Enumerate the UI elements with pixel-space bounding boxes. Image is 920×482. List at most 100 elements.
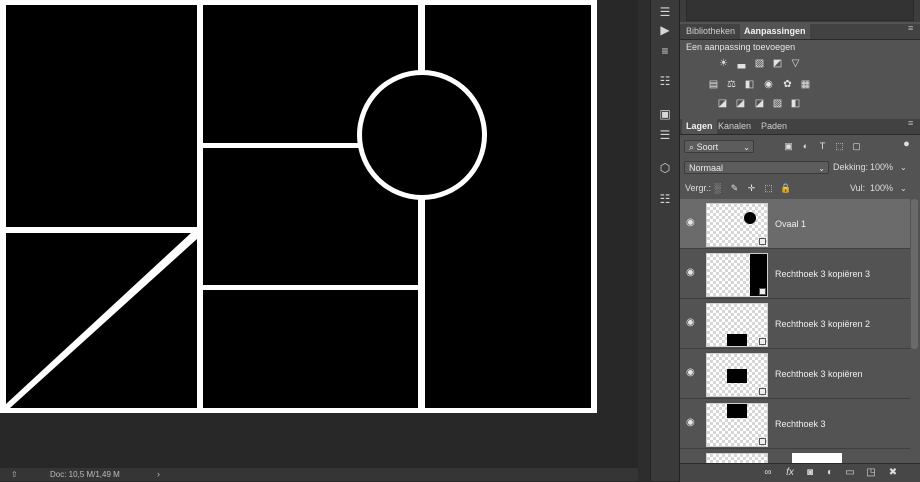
filter-smart-object-icon[interactable]: ▢ (851, 141, 862, 152)
photo-filter-icon[interactable]: ◉ (763, 79, 774, 90)
fx-icon[interactable]: fx (784, 467, 796, 479)
layer-name[interactable]: Rechthoek 3 kopiëren (775, 369, 863, 379)
layers-tabbar: Lagen Kanalen Paden ≡ (680, 119, 920, 135)
selective-color-icon[interactable]: ◧ (790, 98, 801, 109)
layer-row[interactable]: ◉ Ovaal 1 (680, 199, 910, 249)
levels-icon[interactable]: ▃ (736, 58, 747, 69)
oval-fill (362, 75, 482, 195)
color-lookup-icon[interactable]: ▦ (800, 79, 811, 90)
shape-badge-icon (759, 388, 766, 395)
layer-filter-dropdown[interactable]: ⌕ Soort ⌄ (684, 140, 754, 153)
chevron-down-icon: ⌄ (818, 164, 825, 173)
new-group-icon[interactable]: ▭ (844, 467, 856, 479)
panel-divider (638, 0, 650, 481)
layer-row[interactable]: ◉ Rechthoek 3 kopiëren (680, 349, 910, 399)
tab-paden[interactable]: Paden (757, 119, 791, 134)
curves-icon[interactable]: ▧ (754, 58, 765, 69)
info-panel-icon[interactable]: ▣ (657, 106, 673, 122)
play-actions-icon[interactable]: ▶ (657, 22, 673, 38)
eye-icon[interactable]: ◉ (686, 418, 698, 428)
lock-transparency-icon[interactable]: ░ (712, 183, 723, 194)
posterize-icon[interactable]: ◪ (735, 98, 746, 109)
doc-size-info[interactable]: Doc: 10,5 M/1,49 M (50, 470, 120, 479)
filter-pixel-icon[interactable]: ▣ (783, 141, 794, 152)
fill-label: Vul: (850, 183, 866, 193)
filter-toggle-icon[interactable]: ● (901, 139, 912, 150)
channel-mixer-icon[interactable]: ✿ (782, 79, 793, 90)
link-layers-icon[interactable]: ∞ (762, 467, 774, 479)
histogram-panel (680, 0, 920, 22)
fill-input[interactable]: 100% (870, 182, 893, 195)
3d-cube-icon[interactable]: ⬡ (657, 160, 673, 176)
eye-icon[interactable]: ◉ (686, 218, 698, 228)
properties-sliders-icon[interactable]: ≡ (657, 43, 673, 59)
layer-thumbnail (706, 403, 768, 447)
blend-mode-dropdown[interactable]: Normaal ⌄ (684, 161, 829, 174)
lock-paint-icon[interactable]: ✎ (729, 183, 740, 194)
document-canvas[interactable] (0, 0, 638, 468)
exposure-icon[interactable]: ◩ (772, 58, 783, 69)
layers-scrollbar[interactable] (911, 199, 918, 349)
layer-thumbnail (706, 203, 768, 247)
threshold-icon[interactable]: ◪ (754, 98, 765, 109)
tab-bibliotheken[interactable]: Bibliotheken (682, 24, 739, 39)
layers-panel-menu-icon[interactable]: ≡ (908, 119, 916, 128)
layer-row[interactable]: ◉ Rechthoek 3 (680, 399, 910, 449)
vibrance-icon[interactable]: ▽ (790, 58, 801, 69)
tab-kanalen[interactable]: Kanalen (714, 119, 755, 134)
layer-thumbnail (706, 453, 768, 463)
tab-lagen[interactable]: Lagen (682, 119, 717, 134)
color-balance-icon[interactable]: ⚖ (726, 79, 737, 90)
oval-shape[interactable] (357, 70, 487, 200)
clone-source-icon[interactable]: ☷ (657, 73, 673, 89)
paragraph-styles-icon[interactable]: ☷ (657, 191, 673, 207)
shape-badge-icon (759, 288, 766, 295)
right-panels: Bibliotheken Aanpassingen ≡ Een aanpassi… (680, 0, 920, 482)
layer-thumbnail (706, 253, 768, 297)
tab-aanpassingen[interactable]: Aanpassingen (740, 24, 810, 39)
adjustments-title: Een aanpassing toevoegen (686, 42, 796, 52)
new-layer-icon[interactable]: ◳ (865, 467, 877, 479)
fill-chevron-icon[interactable]: ⌄ (900, 182, 907, 195)
black-white-icon[interactable]: ◧ (744, 79, 755, 90)
blend-mode-value: Normaal (689, 163, 724, 173)
trash-icon[interactable]: ✖ (887, 467, 899, 479)
artboard[interactable] (0, 0, 597, 413)
gradient-map-icon[interactable]: ▨ (772, 98, 783, 109)
notes-icon[interactable]: ☰ (657, 127, 673, 143)
layer-name[interactable]: Rechthoek 3 kopiëren 3 (775, 269, 870, 279)
filter-shape-icon[interactable]: ⬚ (834, 141, 845, 152)
histogram-graph (686, 0, 914, 21)
status-menu-arrow-icon[interactable]: › (157, 469, 160, 479)
layer-name[interactable]: Ovaal 1 (775, 219, 806, 229)
layer-mask-thumbnail (792, 453, 842, 463)
share-icon[interactable]: ⇧ (11, 470, 18, 479)
thumb-rect (727, 404, 747, 418)
brightness-contrast-icon[interactable]: ☀ (718, 58, 729, 69)
lock-artboard-icon[interactable]: ⬚ (763, 183, 774, 194)
opacity-chevron-icon[interactable]: ⌄ (900, 161, 907, 174)
add-mask-icon[interactable]: ◙ (804, 467, 816, 479)
opacity-input[interactable]: 100% (870, 161, 893, 174)
layer-thumbnail (706, 353, 768, 397)
eye-icon[interactable]: ◉ (686, 268, 698, 278)
layer-row[interactable]: ◉ Rechthoek 3 kopiëren 3 (680, 249, 910, 299)
invert-icon[interactable]: ◪ (717, 98, 728, 109)
layer-name[interactable]: Rechthoek 3 kopiëren 2 (775, 319, 870, 329)
layer-row[interactable]: ◉ Rechthoek 3 kopiëren 2 (680, 299, 910, 349)
filter-adjustment-icon[interactable]: ◐ (800, 141, 811, 152)
lock-all-icon[interactable]: 🔒 (780, 183, 791, 194)
layer-row[interactable] (680, 449, 910, 463)
history-icon[interactable]: ☰ (657, 4, 673, 20)
eye-icon[interactable]: ◉ (686, 368, 698, 378)
opacity-label: Dekking: (833, 162, 869, 172)
filter-type-icon[interactable]: T (817, 141, 828, 152)
eye-icon[interactable]: ◉ (686, 318, 698, 328)
panel-menu-icon[interactable]: ≡ (908, 24, 916, 33)
blend-row: Normaal ⌄ Dekking: 100% ⌄ (680, 160, 920, 180)
layer-name[interactable]: Rechthoek 3 (775, 419, 826, 429)
lock-move-icon[interactable]: ✛ (746, 183, 757, 194)
new-adjustment-icon[interactable]: ◐ (824, 467, 836, 479)
hue-saturation-icon[interactable]: ▤ (708, 79, 719, 90)
panel-top-left (6, 5, 197, 227)
